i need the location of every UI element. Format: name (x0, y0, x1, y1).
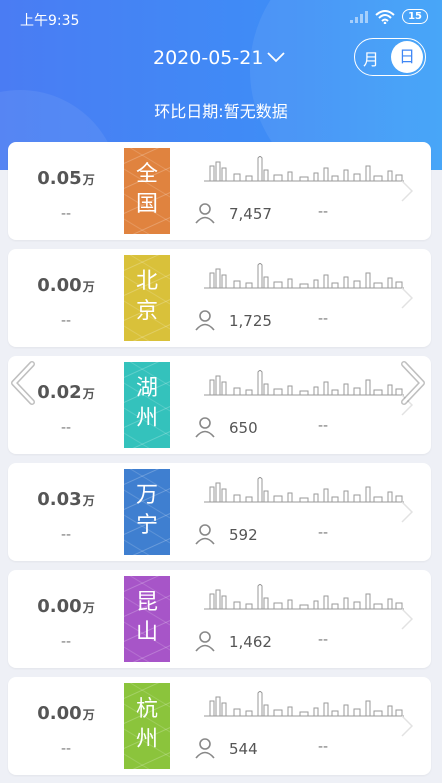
wifi-icon (375, 9, 395, 24)
skyline-illustration (204, 263, 404, 289)
skyline-illustration (204, 584, 404, 610)
user-count: 1,462 (229, 633, 272, 651)
battery-indicator: 15 (402, 9, 428, 24)
amount-change: -- (60, 313, 72, 329)
user-icon (195, 631, 215, 652)
user-count-change: -- (318, 739, 329, 755)
amount-value: 0.00万 (8, 596, 124, 617)
city-card[interactable]: 0.05万 -- 全 国 7,457 -- (8, 142, 431, 240)
user-icon (195, 310, 215, 331)
chevron-right-icon[interactable] (401, 501, 413, 523)
user-icon (195, 524, 215, 545)
city-name: 昆 山 (135, 590, 158, 645)
chevron-down-icon[interactable] (266, 50, 286, 64)
user-count-change: -- (318, 418, 329, 434)
city-tile: 湖 州 (124, 362, 170, 448)
user-count-change: -- (318, 525, 329, 541)
city-tile: 昆 山 (124, 576, 170, 662)
skyline-illustration (204, 691, 404, 717)
user-icon (195, 417, 215, 438)
user-icon (195, 203, 215, 224)
amount-change: -- (60, 741, 72, 757)
user-count: 1,725 (229, 312, 272, 330)
city-tile: 杭 州 (124, 683, 170, 769)
city-card[interactable]: 0.00万 -- 杭 州 544 -- (8, 677, 431, 775)
skyline-illustration (204, 156, 404, 182)
amount-number: 0.02 (37, 382, 82, 403)
amount-change: -- (60, 420, 72, 436)
amount-number: 0.00 (37, 703, 82, 724)
city-card[interactable]: 0.03万 -- 万 宁 592 -- (8, 463, 431, 561)
city-tile: 北 京 (124, 255, 170, 341)
user-count: 544 (229, 740, 258, 758)
amount-unit: 万 (82, 173, 95, 187)
period-toggle[interactable]: 月 日 (354, 38, 426, 76)
city-card[interactable]: 0.02万 -- 湖 州 650 -- (8, 356, 431, 454)
city-card[interactable]: 0.00万 -- 北 京 1,725 -- (8, 249, 431, 347)
user-count: 650 (229, 419, 258, 437)
date-text[interactable]: 2020-05-21 (153, 47, 263, 69)
user-count-change: -- (318, 311, 329, 327)
amount-number: 0.00 (37, 275, 82, 296)
signal-icon (350, 10, 369, 23)
amount-value: 0.03万 (8, 489, 124, 510)
amount-number: 0.05 (37, 168, 82, 189)
city-name: 杭 州 (135, 697, 158, 752)
amount-value: 0.00万 (8, 703, 124, 724)
chevron-right-icon[interactable] (401, 715, 413, 737)
amount-unit: 万 (82, 601, 95, 615)
amount-unit: 万 (82, 280, 95, 294)
previous-arrow-icon[interactable] (8, 360, 38, 406)
amount-number: 0.00 (37, 596, 82, 617)
compare-date-text: 环比日期:暂无数据 (154, 102, 288, 121)
amount-number: 0.03 (37, 489, 82, 510)
user-count: 592 (229, 526, 258, 544)
chevron-right-icon[interactable] (401, 608, 413, 630)
status-icons: 15 (350, 9, 428, 24)
city-tile: 全 国 (124, 148, 170, 234)
user-count: 7,457 (229, 205, 272, 223)
city-name: 全 国 (135, 162, 158, 217)
amount-unit: 万 (82, 708, 95, 722)
amount-change: -- (60, 634, 72, 650)
city-name: 万 宁 (135, 483, 158, 538)
toggle-month[interactable]: 月 (363, 46, 379, 70)
chevron-right-icon[interactable] (401, 287, 413, 309)
next-arrow-icon[interactable] (398, 360, 428, 406)
city-name: 北 京 (135, 269, 158, 324)
user-count-change: -- (318, 204, 329, 220)
status-bar: 上午9:35 15 (0, 0, 442, 36)
amount-value: 0.05万 (8, 168, 124, 189)
skyline-illustration (204, 370, 404, 396)
city-name: 湖 州 (135, 376, 158, 431)
city-tile: 万 宁 (124, 469, 170, 555)
skyline-illustration (204, 477, 404, 503)
city-card[interactable]: 0.00万 -- 昆 山 1,462 -- (8, 570, 431, 668)
chevron-right-icon[interactable] (401, 180, 413, 202)
amount-change: -- (60, 527, 72, 543)
status-time: 上午9:35 (20, 13, 80, 29)
amount-value: 0.00万 (8, 275, 124, 296)
user-count-change: -- (318, 632, 329, 648)
user-icon (195, 738, 215, 759)
amount-unit: 万 (82, 387, 95, 401)
toggle-day[interactable]: 日 (391, 41, 423, 73)
amount-change: -- (60, 206, 72, 222)
amount-unit: 万 (82, 494, 95, 508)
